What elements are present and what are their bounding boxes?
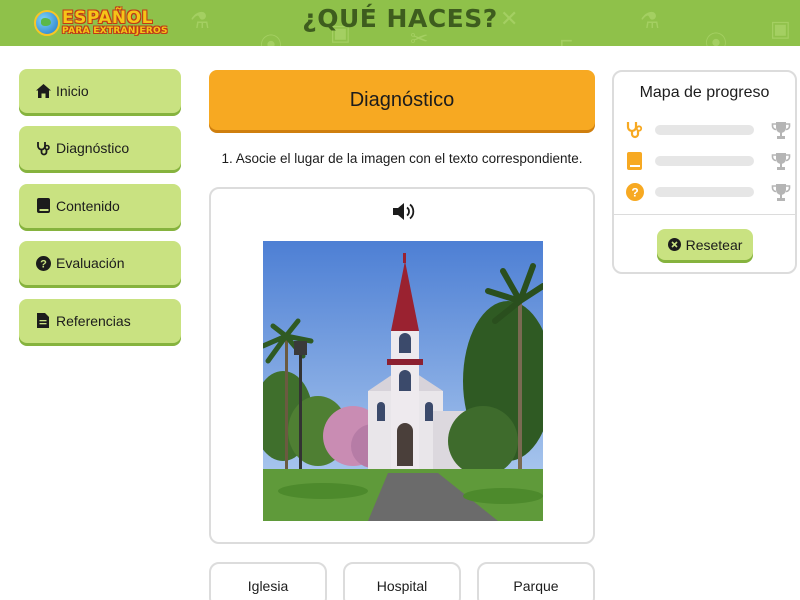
nav-item-evaluacion[interactable]: ? Evaluación [19,241,181,286]
speaker-icon [392,202,414,220]
trophy-icon [771,151,791,171]
answer-options: Iglesia Hospital Parque [209,562,595,600]
trophy-icon [771,120,791,140]
book-icon [35,198,51,214]
progress-row-evaluacion: ? [626,180,791,204]
nav-item-diagnostico[interactable]: Diagnóstico [19,126,181,171]
reset-button[interactable]: Resetear [657,229,753,260]
app-header: ⚗ ⦿ ▣ ✂ ✕ ⌐ ⚗ ⦿ ▣ ESPAÑOL PARA EXTRANJER… [0,0,800,46]
progress-map-panel: Mapa de progreso ? Resetear [612,70,797,274]
close-circle-icon [667,238,681,251]
progress-map-title: Mapa de progreso [639,84,770,101]
question-instruction: 1. Asocie el lugar de la imagen con el t… [221,151,583,166]
progress-row-contenido [626,149,791,173]
nav-item-label: Contenido [56,197,120,214]
sidebar-nav: Inicio Diagnóstico Contenido ? Evaluació… [19,69,181,356]
svg-text:?: ? [40,258,47,270]
church-photo [263,241,543,521]
home-icon [35,83,51,99]
book-icon [626,152,644,170]
question-image-card [209,187,595,544]
audio-button[interactable] [392,201,416,221]
question-circle-icon: ? [626,183,644,201]
question-circle-icon: ? [35,255,51,271]
trophy-icon [771,182,791,202]
progress-bar [655,187,754,197]
progress-row-diagnostico [626,118,791,142]
page-title: ¿QUÉ HACES? [302,4,498,33]
svg-text:?: ? [631,185,638,199]
nav-item-referencias[interactable]: Referencias [19,298,181,343]
answer-option-iglesia[interactable]: Iglesia [209,562,327,600]
panel-divider [614,214,795,215]
nav-item-label: Evaluación [56,255,125,272]
stethoscope-icon [35,140,51,156]
nav-item-inicio[interactable]: Inicio [19,69,181,113]
answer-option-parque[interactable]: Parque [477,562,595,600]
nav-item-contenido[interactable]: Contenido [19,183,181,228]
progress-bar [654,156,754,166]
document-icon [35,313,51,329]
nav-item-label: Referencias [56,312,131,329]
nav-item-label: Inicio [56,83,89,99]
progress-bar [655,125,754,135]
stethoscope-icon [626,121,644,139]
section-title-banner: Diagnóstico [209,70,595,130]
nav-item-label: Diagnóstico [56,140,130,157]
answer-option-hospital[interactable]: Hospital [343,562,461,600]
reset-button-label: Resetear [685,236,743,253]
